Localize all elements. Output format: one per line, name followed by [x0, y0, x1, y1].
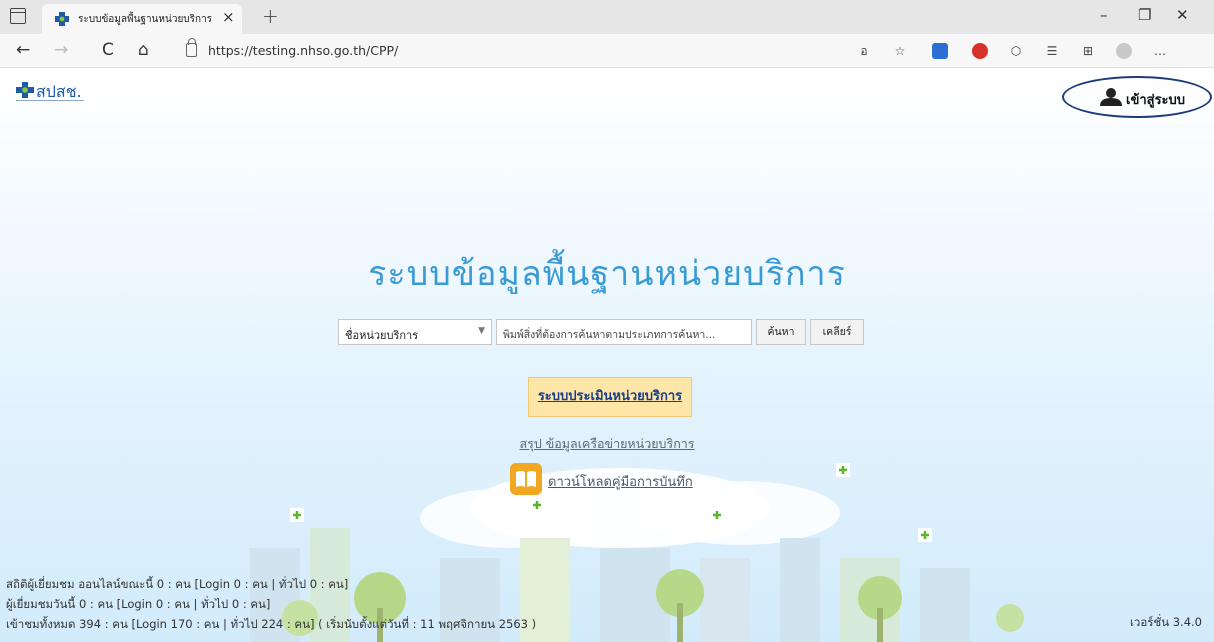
search-type-select[interactable]: ชื่อหน่วยบริการ ▼ — [338, 319, 492, 345]
extension-icon[interactable]: ⬡ — [1008, 43, 1024, 59]
chevron-down-icon: ▼ — [478, 326, 485, 336]
favorites-icon[interactable]: ☰ — [1044, 43, 1060, 59]
version-label: เวอร์ชั่น 3.4.0 — [1129, 615, 1202, 629]
url-text[interactable]: https://testing.nhso.go.th/CPP/ — [208, 43, 398, 58]
search-type-value: ชื่อหน่วยบริการ — [345, 329, 419, 342]
stats-total: เข้าชมทั้งหมด 394 : คน [Login 170 : คน |… — [6, 617, 537, 631]
tab-title: ระบบข้อมูลพื้นฐานหน่วยบริการ — [78, 14, 213, 25]
new-tab-button[interactable]: + — [262, 4, 279, 28]
extension-icon[interactable] — [932, 43, 948, 59]
stats-online: สถิติผู้เยี่ยมชม ออนไลน์ขณะนี้ 0 : คน [L… — [6, 577, 349, 591]
browser-tab-bar: ระบบข้อมูลพื้นฐานหน่วยบริการ × + – ❐ ✕ — [0, 0, 1214, 34]
stats-today: ผู้เยี่ยมชมวันนี้ 0 : คน [Login 0 : คน |… — [6, 597, 271, 611]
address-bar: ← → C ⌂ https://testing.nhso.go.th/CPP/ … — [0, 34, 1214, 68]
service-evaluation-button[interactable]: ระบบประเมินหน่วยบริการ — [528, 377, 692, 417]
collections-icon[interactable]: ⊞ — [1080, 43, 1096, 59]
login-label: เข้าสู่ระบบ — [1126, 93, 1186, 108]
search-button[interactable]: ค้นหา — [756, 319, 806, 345]
network-summary-link[interactable]: สรุป ข้อมูลเครือข่ายหน่วยบริการ — [0, 434, 1214, 454]
search-bar: ชื่อหน่วยบริการ ▼ พิมพ์สิ่งที่ต้องการค้น… — [338, 319, 864, 345]
manual-download-link[interactable]: ดาวน์โหลดคู่มือการบันทึก — [548, 471, 693, 492]
visitor-stats: สถิติผู้เยี่ยมชม ออนไลน์ขณะนี้ 0 : คน [L… — [6, 574, 536, 634]
nhso-logo[interactable]: สปสช. — [14, 74, 86, 112]
lock-icon[interactable] — [186, 38, 197, 57]
clear-button[interactable]: เคลียร์ — [810, 319, 864, 345]
login-button[interactable]: เข้าสู่ระบบ — [1062, 76, 1212, 118]
favicon-icon — [55, 12, 69, 26]
search-input[interactable]: พิมพ์สิ่งที่ต้องการค้นหาตามประเภทการค้นห… — [496, 319, 752, 345]
manual-download[interactable]: ดาวน์โหลดคู่มือการบันทึก — [510, 463, 730, 495]
read-aloud-icon[interactable]: อ — [856, 43, 872, 59]
url-field[interactable]: https://testing.nhso.go.th/CPP/ — [178, 38, 822, 64]
browser-tab[interactable]: ระบบข้อมูลพื้นฐานหน่วยบริการ × — [42, 4, 242, 34]
home-button[interactable]: ⌂ — [138, 40, 149, 60]
book-icon — [510, 463, 542, 495]
page-title: ระบบข้อมูลพื้นฐานหน่วยบริการ — [368, 254, 846, 294]
profile-icon[interactable] — [1116, 43, 1132, 59]
adblock-icon[interactable] — [972, 43, 988, 59]
back-button[interactable]: ← — [16, 40, 30, 60]
close-window-button[interactable]: ✕ — [1176, 6, 1189, 24]
favorite-icon[interactable]: ☆ — [892, 43, 908, 59]
tab-close-icon[interactable]: × — [222, 8, 235, 26]
restore-button[interactable]: ❐ — [1138, 6, 1151, 24]
logo-emblem-icon — [16, 82, 34, 98]
tab-actions-icon[interactable] — [10, 8, 26, 24]
forward-button[interactable]: → — [54, 40, 68, 60]
user-icon — [1100, 88, 1122, 106]
page-content: สปสช. เข้าสู่ระบบ ระบบข้อมูลพื้นฐานหน่วย… — [0, 68, 1214, 642]
refresh-button[interactable]: C — [102, 40, 114, 60]
minimize-button[interactable]: – — [1100, 6, 1108, 24]
search-placeholder: พิมพ์สิ่งที่ต้องการค้นหาตามประเภทการค้นห… — [503, 329, 716, 341]
logo-subtitle-line — [16, 100, 84, 103]
more-icon[interactable]: … — [1152, 43, 1168, 59]
